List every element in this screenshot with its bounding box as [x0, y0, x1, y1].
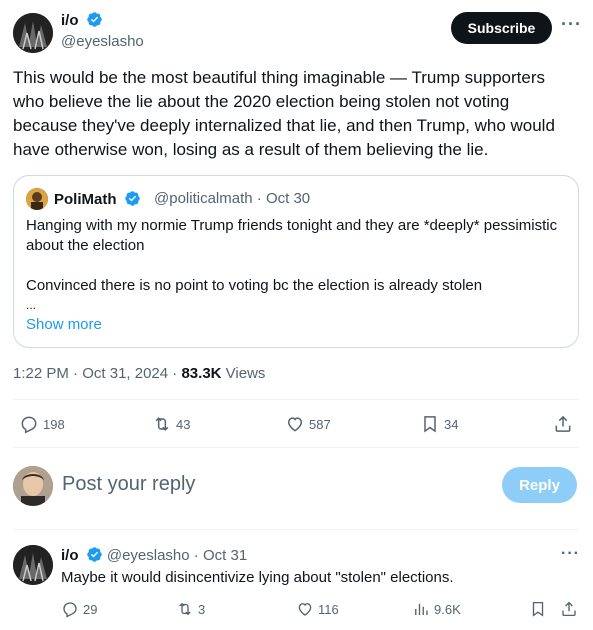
share-action[interactable] [553, 414, 577, 434]
quoted-tweet-card[interactable]: PoliMath @politicalmath · Oct 30 Hanging… [13, 175, 579, 348]
tweet-text: This would be the most beautiful thing i… [13, 68, 555, 159]
reply-author-avatar[interactable] [13, 545, 53, 585]
more-options-icon[interactable]: ··· [561, 14, 581, 40]
bookmark-action[interactable] [529, 600, 551, 618]
reply-icon [21, 416, 37, 434]
quoted-tweet-text: Hanging with my normie Trump friends ton… [26, 216, 566, 296]
retweet-icon [179, 602, 191, 616]
share-icon [562, 601, 576, 617]
quoted-author-handle[interactable]: @politicalmath [154, 190, 253, 207]
bookmark-icon [424, 416, 436, 433]
verified-badge-icon [124, 191, 140, 206]
quoted-ellipsis: ... [26, 298, 37, 312]
tweet-meta: 1:22 PM · Oct 31, 2024 · 83.3K Views [13, 365, 265, 382]
retweet-action[interactable]: 43 [152, 414, 190, 434]
verified-badge-icon [86, 12, 102, 27]
separator-dot: · [73, 365, 83, 382]
views-action[interactable]: 9.6K [412, 600, 461, 618]
retweet-count: 3 [198, 601, 206, 617]
reply-button[interactable]: Reply [502, 467, 577, 503]
share-icon [555, 415, 571, 432]
views-count: 9.6K [434, 601, 461, 617]
bookmark-count: 34 [444, 416, 459, 432]
bookmark-action[interactable]: 34 [420, 414, 458, 434]
verified-badge-icon [86, 547, 102, 562]
quoted-date[interactable]: Oct 30 [266, 190, 310, 207]
reply-count: 198 [43, 416, 65, 432]
like-count: 587 [309, 416, 331, 432]
reply-action[interactable]: 29 [61, 600, 97, 618]
quoted-handle-date: @politicalmath · Oct 30 [154, 190, 310, 207]
like-action[interactable]: 116 [296, 600, 339, 618]
quoted-text-line: Hanging with my normie Trump friends ton… [26, 217, 558, 254]
divider [13, 529, 579, 530]
reply-author-name[interactable]: i/o [61, 547, 79, 564]
tweet-date[interactable]: Oct 31, 2024 [82, 365, 168, 382]
author-handle[interactable]: @eyeslasho [61, 33, 144, 50]
bookmark-icon [532, 601, 544, 617]
reply-header: i/o @eyeslasho · Oct 31 [61, 546, 247, 564]
author-name[interactable]: i/o [61, 12, 79, 29]
separator-dot: · [193, 547, 203, 564]
views-label: Views [225, 365, 266, 382]
subscribe-button[interactable]: Subscribe [451, 12, 552, 44]
reply-count: 29 [83, 601, 98, 617]
quoted-author-name[interactable]: PoliMath [54, 191, 117, 208]
reply-action[interactable]: 198 [19, 414, 65, 434]
views-count: 83.3K [181, 365, 222, 382]
like-action[interactable]: 587 [285, 414, 331, 434]
quoted-author-avatar[interactable] [26, 188, 48, 210]
tweet-time[interactable]: 1:22 PM [13, 365, 69, 382]
like-icon [298, 603, 312, 616]
quoted-author-name-row[interactable]: PoliMath [54, 190, 141, 208]
divider [13, 399, 579, 400]
reply-author-handle[interactable]: @eyeslasho [107, 547, 190, 564]
separator-dot: · [256, 190, 266, 207]
author-name-row[interactable]: i/o [61, 11, 103, 29]
show-more-link[interactable]: Show more [26, 316, 102, 333]
more-options-icon[interactable]: ··· [561, 545, 580, 563]
reply-icon [63, 602, 77, 618]
divider [13, 447, 579, 448]
retweet-count: 43 [176, 416, 191, 432]
reply-text: Maybe it would disincentivize lying abou… [61, 569, 454, 586]
reply-input[interactable]: Post your reply [62, 473, 195, 496]
retweet-icon [155, 417, 169, 431]
share-action[interactable] [560, 600, 582, 618]
author-avatar[interactable] [13, 13, 53, 53]
views-icon [415, 603, 428, 615]
reply-date[interactable]: Oct 31 [203, 547, 247, 564]
quoted-text-line: Convinced there is no point to voting bc… [26, 277, 483, 294]
current-user-avatar[interactable] [13, 466, 53, 506]
retweet-action[interactable]: 3 [176, 600, 205, 618]
like-icon [287, 417, 303, 432]
like-count: 116 [318, 601, 339, 617]
